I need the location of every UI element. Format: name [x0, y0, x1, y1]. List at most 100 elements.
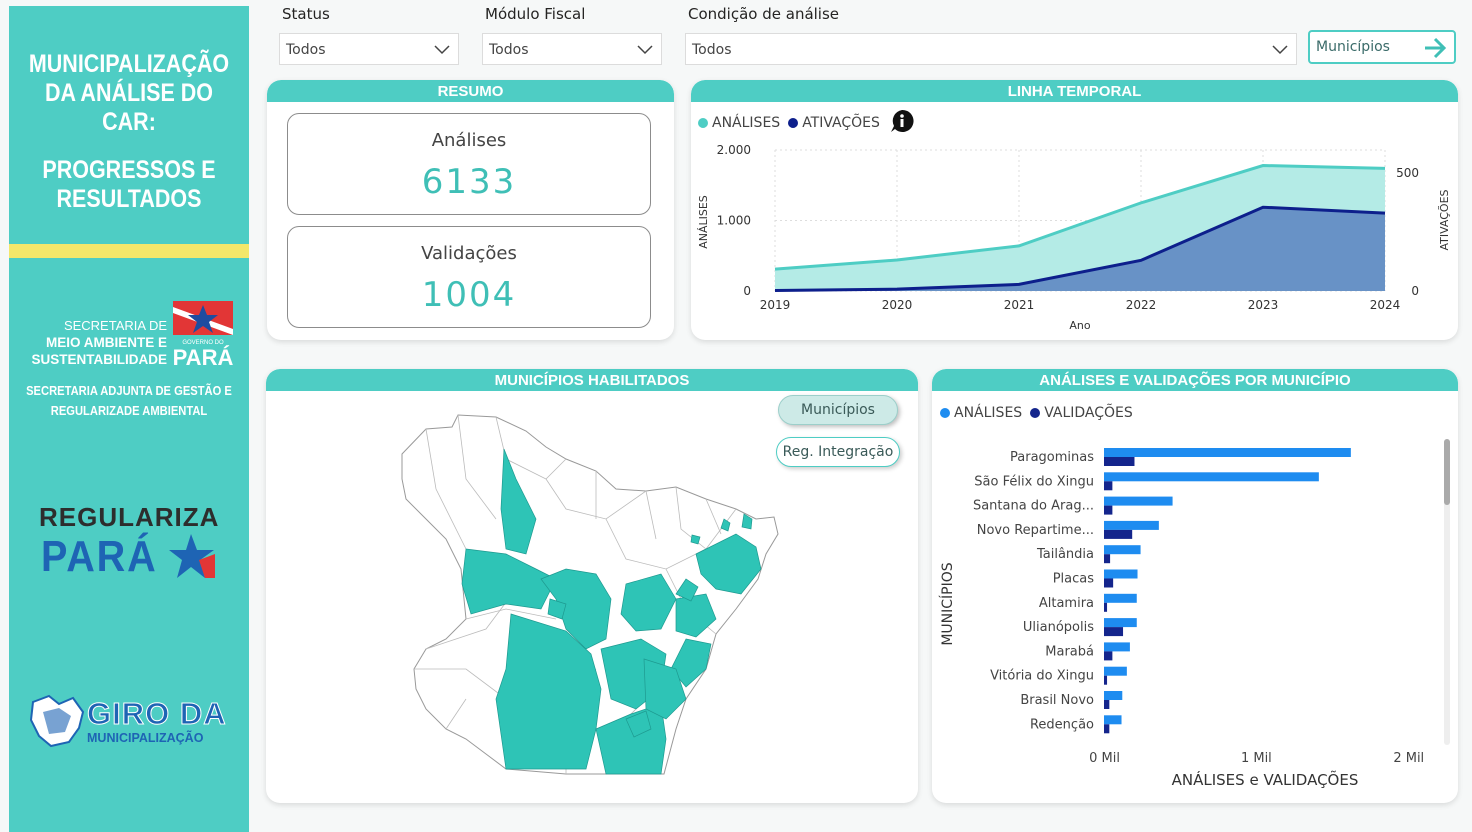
validacoes-kpi-label: Validações — [421, 243, 517, 264]
bar-analises[interactable] — [1104, 618, 1137, 628]
bar-validacoes[interactable] — [1104, 700, 1110, 709]
x-tick-label: 2021 — [1004, 298, 1035, 312]
bar-analises[interactable] — [1104, 496, 1173, 506]
giro-municipalizacao-logo: GIRO DA MUNICIPALIZAÇÃO — [29, 692, 239, 752]
y-tick-right: 0 — [1411, 284, 1419, 298]
validacoes-kpi-value: 1004 — [421, 275, 517, 315]
timeline-chart: 2.0001.000050002019 2020 2021 2022 2023 2024 … — [697, 143, 1451, 332]
status-dropdown-value: Todos — [286, 42, 326, 58]
secretaria-line: SECRETARIA DE — [63, 318, 167, 333]
bar-analises[interactable] — [1104, 715, 1122, 725]
municipios-nav-button[interactable]: Municípios — [1308, 30, 1456, 64]
chevron-down-icon — [434, 45, 450, 55]
condicao-dropdown[interactable]: Todos — [685, 33, 1297, 65]
bar-category-label: Vitória do Xingu — [990, 669, 1094, 684]
resumo-card: RESUMO Análises 6133 Validações 1004 — [267, 80, 674, 340]
condicao-filter-label: Condição de análise — [688, 5, 840, 23]
arrow-right-icon — [1425, 37, 1447, 59]
bar-category-label: Altamira — [1039, 596, 1094, 611]
y-tick-left: 2.000 — [717, 143, 751, 157]
bar-category-label: São Félix do Xingu — [974, 474, 1094, 489]
governo-para-logo: GOVERNO DO PARÁ — [173, 301, 233, 369]
modulo-fiscal-filter-label: Módulo Fiscal — [485, 5, 586, 23]
y-tick-left: 1.000 — [717, 214, 751, 228]
divider — [9, 244, 249, 258]
adjunta-line: REGULARIZADE AMBIENTAL — [50, 403, 208, 418]
chevron-down-icon — [637, 45, 653, 55]
y-axis-right-label: ATIVAÇÕES — [1438, 189, 1451, 250]
bar-validacoes[interactable] — [1104, 627, 1124, 637]
giro-text: GIRO DA — [87, 696, 227, 732]
validacoes-kpi: Validações 1004 — [287, 226, 651, 328]
analises-kpi-label: Análises — [431, 130, 507, 151]
bar-validacoes[interactable] — [1104, 529, 1133, 539]
y-tick-right: 500 — [1396, 166, 1419, 180]
x-tick-label: 2022 — [1126, 298, 1157, 312]
bar-category-label: Redenção — [1030, 717, 1094, 732]
bar-validacoes[interactable] — [1104, 505, 1113, 515]
municipalizacao-text: MUNICIPALIZAÇÃO — [87, 731, 204, 745]
bar-validacoes[interactable] — [1104, 457, 1135, 466]
resumo-title: RESUMO — [267, 80, 674, 102]
condicao-dropdown-value: Todos — [692, 42, 732, 58]
bar-x-tick: 2 Mil — [1393, 751, 1424, 766]
bar-category-label: Brasil Novo — [1020, 693, 1094, 708]
bar-category-label: Ulianópolis — [1023, 620, 1094, 635]
para-text: PARÁ — [41, 532, 158, 581]
status-dropdown[interactable]: Todos — [279, 33, 459, 65]
bar-category-label: Placas — [1053, 572, 1095, 587]
bar-validacoes[interactable] — [1104, 602, 1108, 612]
bar-analises[interactable] — [1104, 666, 1127, 676]
bar-category-label: Paragominas — [1010, 450, 1094, 465]
bar-analises[interactable] — [1104, 472, 1319, 482]
star-icon — [169, 534, 215, 578]
secretaria-adjunta-label: SECRETARIA ADJUNTA DE GESTÃO E REGULARIZ… — [26, 381, 232, 421]
sidebar-panel: MUNICIPALIZAÇÃO DA ANÁLISE DO CAR: PROGR… — [9, 6, 249, 832]
municipios-nav-label: Municípios — [1316, 39, 1390, 55]
y-axis-left-label: ANÁLISES — [697, 195, 710, 249]
regulariza-text: REGULARIZA — [39, 502, 220, 532]
secretaria-line: MEIO AMBIENTE E — [45, 335, 167, 350]
title-line: DA ANÁLISE DO — [44, 79, 214, 107]
chevron-down-icon — [1272, 45, 1288, 55]
bar-category-label: Novo Repartime... — [977, 523, 1094, 538]
bar-analises[interactable] — [1104, 642, 1130, 652]
x-tick-label: 2024 — [1370, 298, 1401, 312]
bar-validacoes[interactable] — [1104, 578, 1114, 588]
gov-logo-text: PARÁ — [173, 345, 233, 369]
subtitle-line: PROGRESSOS E — [42, 156, 216, 184]
modulo-fiscal-dropdown[interactable]: Todos — [482, 33, 662, 65]
bar-validacoes[interactable] — [1104, 554, 1111, 564]
bar-analises[interactable] — [1104, 448, 1351, 457]
title-line: CAR: — [102, 108, 156, 136]
x-tick-label: 2023 — [1248, 298, 1279, 312]
bar-validacoes[interactable] — [1104, 724, 1110, 734]
y-tick-left: 0 — [743, 284, 751, 298]
bars-y-axis-label: MUNICÍPIOS — [939, 562, 956, 645]
status-filter-label: Status — [282, 5, 330, 23]
bar-analises[interactable] — [1104, 593, 1137, 603]
para-municipios-map[interactable] — [266, 369, 918, 803]
dashboard-subtitle: PROGRESSOS E RESULTADOS — [26, 156, 232, 214]
bar-validacoes[interactable] — [1104, 675, 1108, 685]
bar-validacoes[interactable] — [1104, 651, 1113, 661]
dashboard: MUNICIPALIZAÇÃO DA ANÁLISE DO CAR: PROGR… — [0, 0, 1472, 832]
subtitle-line: RESULTADOS — [56, 185, 202, 213]
bar-analises[interactable] — [1104, 691, 1123, 700]
bar-category-label: Marabá — [1045, 644, 1094, 659]
bars-chart: Paragominas São Félix do Xingu Santana do … — [939, 448, 1424, 789]
bar-analises[interactable] — [1104, 545, 1141, 555]
bar-category-label: Santana do Arag... — [973, 499, 1094, 514]
bar-analises[interactable] — [1104, 520, 1159, 530]
bar-analises[interactable] — [1104, 569, 1138, 579]
x-tick-label: 2020 — [882, 298, 913, 312]
dashboard-title: MUNICIPALIZAÇÃO DA ANÁLISE DO CAR: — [26, 50, 232, 137]
municipios-habilitados-card: MUNICÍPIOS HABILITADOS Municípios Reg. I… — [266, 369, 918, 803]
analises-validacoes-card: ANÁLISES E VALIDAÇÕES POR MUNICÍPIO ANÁL… — [932, 369, 1458, 803]
adjunta-line: SECRETARIA ADJUNTA DE GESTÃO E — [26, 383, 232, 398]
secretaria-line: SUSTENTABILIDADE — [31, 352, 167, 367]
bar-validacoes[interactable] — [1104, 481, 1113, 491]
secretaria-label: SECRETARIA DE MEIO AMBIENTE E SUSTENTABI… — [17, 317, 167, 368]
x-tick-label: 2019 — [760, 298, 791, 312]
title-line: MUNICIPALIZAÇÃO — [28, 50, 230, 78]
